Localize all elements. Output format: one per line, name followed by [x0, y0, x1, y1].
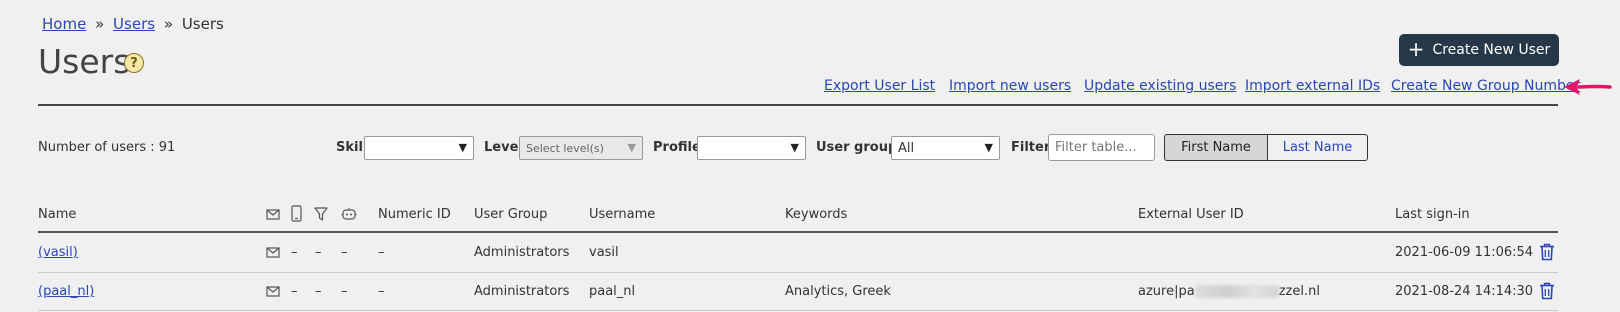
user-group-select[interactable]: All ▼ [891, 136, 1000, 160]
breadcrumb-users[interactable]: Users [113, 15, 155, 33]
bot-value: – [341, 284, 348, 299]
level-select-value: Select level(s) [526, 141, 604, 155]
trash-icon[interactable] [1539, 243, 1555, 261]
skill-label: Skill [336, 140, 368, 155]
row-divider [38, 272, 1558, 273]
redacted-text [1194, 285, 1279, 298]
column-numeric-id: Numeric ID [378, 207, 451, 222]
column-external-user-id: External User ID [1138, 207, 1244, 222]
mail-icon [266, 209, 280, 220]
external-user-id-value: azure|pa zzel.nl [1138, 284, 1320, 299]
breadcrumb: Home » Users » Users [42, 15, 224, 33]
create-new-group-number-link[interactable]: Create New Group Number [1391, 78, 1580, 94]
user-name-link[interactable]: (vasil) [38, 245, 78, 260]
header-divider [38, 104, 1558, 106]
chevron-down-icon: ▼ [984, 141, 993, 154]
filter-icon [314, 207, 328, 221]
numeric-id-value: – [378, 245, 385, 260]
user-name-link[interactable]: (paal_nl) [38, 284, 94, 299]
bot-value: – [341, 245, 348, 260]
keywords-value: Analytics, Greek [785, 284, 891, 299]
user-group-select-value: All [898, 140, 915, 156]
table-header-divider [38, 231, 1558, 233]
user-group-value: Administrators [474, 284, 570, 299]
breadcrumb-current: Users [181, 15, 224, 33]
mail-icon [266, 286, 280, 297]
import-new-users-link[interactable]: Import new users [949, 78, 1071, 94]
export-user-list-link[interactable]: Export User List [824, 78, 935, 94]
breadcrumb-separator: » [163, 15, 174, 33]
phone-value: – [291, 284, 298, 299]
arrow-left-icon [1564, 79, 1612, 95]
skill-select[interactable]: ▼ [364, 136, 474, 160]
row-divider [38, 310, 1558, 311]
chevron-down-icon: ▼ [458, 141, 467, 154]
update-existing-users-link[interactable]: Update existing users [1084, 78, 1236, 94]
last-sign-in-value: 2021-06-09 11:06:54 [1395, 245, 1534, 260]
username-value: paal_nl [589, 284, 636, 299]
sort-last-name-button[interactable]: Last Name [1267, 134, 1368, 161]
filter-table-input[interactable] [1048, 134, 1155, 161]
column-username: Username [589, 207, 656, 222]
chevron-down-icon: ▼ [790, 141, 799, 154]
import-external-ids-link[interactable]: Import external IDs [1245, 78, 1380, 94]
user-group-value: Administrators [474, 245, 570, 260]
mail-icon [266, 247, 280, 258]
create-new-user-button[interactable]: + Create New User [1399, 34, 1559, 66]
column-user-group: User Group [474, 207, 548, 222]
sort-first-name-button[interactable]: First Name [1164, 134, 1268, 161]
breadcrumb-home[interactable]: Home [42, 15, 86, 33]
mobile-icon [291, 205, 302, 222]
trash-icon[interactable] [1539, 282, 1555, 300]
filter-value: – [315, 284, 322, 299]
profile-label: Profile [653, 140, 701, 155]
username-value: vasil [589, 245, 619, 260]
create-new-user-label: Create New User [1432, 42, 1551, 58]
filter-value: – [315, 245, 322, 260]
phone-value: – [291, 245, 298, 260]
profile-select[interactable]: ▼ [697, 136, 806, 160]
column-keywords: Keywords [785, 207, 848, 222]
external-id-suffix: zzel.nl [1278, 284, 1320, 299]
external-id-prefix: azure|pa [1138, 284, 1195, 299]
plus-icon: + [1407, 36, 1425, 61]
chevron-down-icon: ▼ [627, 141, 636, 154]
numeric-id-value: – [378, 284, 385, 299]
user-group-label: User group: [816, 140, 903, 155]
page-title: Users [38, 42, 131, 81]
last-sign-in-value: 2021-08-24 14:14:30 [1395, 284, 1534, 299]
level-select[interactable]: Select level(s) ▼ [519, 136, 643, 160]
help-icon[interactable]: ? [124, 53, 144, 73]
column-name: Name [38, 207, 77, 222]
breadcrumb-separator: » [95, 15, 105, 33]
bot-icon [341, 208, 357, 220]
user-count: Number of users : 91 [38, 140, 176, 155]
level-label: Level [484, 140, 523, 155]
column-last-sign-in: Last sign-in [1395, 207, 1470, 222]
